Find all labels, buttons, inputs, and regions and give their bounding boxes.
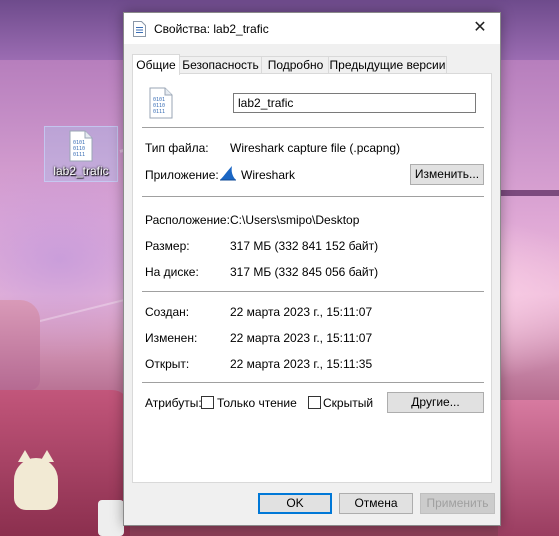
- separator: [142, 196, 484, 197]
- desktop-icon-label: lab2_trafic: [53, 164, 109, 178]
- wallpaper-cat: [14, 458, 58, 510]
- hidden-label[interactable]: Скрытый: [323, 396, 373, 410]
- created-value: 22 марта 2023 г., 15:11:07: [230, 305, 373, 319]
- file-type-label: Тип файла:: [145, 141, 209, 155]
- cancel-button[interactable]: Отмена: [339, 493, 413, 514]
- separator: [142, 382, 484, 383]
- wallpaper-cat-ear: [18, 450, 32, 462]
- size-label: Размер:: [145, 239, 190, 253]
- wallpaper-shelf: [500, 190, 559, 196]
- attributes-label: Атрибуты:: [145, 396, 202, 410]
- svg-text:0111: 0111: [73, 152, 85, 158]
- dialog-title: Свойства: lab2_trafic: [154, 22, 269, 36]
- size-on-disk-label: На диске:: [145, 265, 199, 279]
- wireshark-icon: [220, 166, 236, 181]
- created-label: Создан:: [145, 305, 190, 319]
- tab-details[interactable]: Подробно: [261, 56, 330, 74]
- close-button[interactable]: ✕: [460, 13, 500, 44]
- file-type-value: Wireshark capture file (.pcapng): [230, 141, 401, 155]
- separator: [142, 291, 484, 292]
- location-value: C:\Users\smipo\Desktop: [230, 213, 360, 227]
- wallpaper-object: [98, 500, 124, 536]
- application-label: Приложение:: [145, 168, 219, 182]
- size-value: 317 МБ (332 841 152 байт): [230, 239, 379, 253]
- apply-button[interactable]: Применить: [420, 493, 495, 514]
- size-on-disk-value: 317 МБ (332 845 056 байт): [230, 265, 379, 279]
- separator: [142, 127, 484, 128]
- binary-file-icon: 010101100111: [149, 87, 173, 119]
- readonly-label[interactable]: Только чтение: [217, 396, 297, 410]
- tab-general[interactable]: Общие: [132, 54, 180, 75]
- svg-text:0111: 0111: [153, 109, 165, 115]
- modified-value: 22 марта 2023 г., 15:11:07: [230, 331, 373, 345]
- modified-label: Изменен:: [145, 331, 198, 345]
- application-value: Wireshark: [241, 168, 296, 182]
- title-bar[interactable]: Свойства: lab2_trafic ✕: [124, 13, 500, 44]
- properties-dialog: Свойства: lab2_trafic ✕ Общие Безопаснос…: [123, 12, 501, 526]
- tab-previous-versions[interactable]: Предыдущие версии: [328, 56, 447, 74]
- wallpaper-cat-ear: [40, 450, 54, 462]
- file-icon: [133, 21, 146, 37]
- advanced-attributes-button[interactable]: Другие...: [387, 392, 484, 413]
- desktop-file-icon-lab2-trafic[interactable]: 0101 0110 0111 lab2_trafic: [44, 126, 118, 182]
- hidden-checkbox[interactable]: [308, 396, 321, 409]
- readonly-checkbox[interactable]: [201, 396, 214, 409]
- accessed-value: 22 марта 2023 г., 15:11:35: [230, 357, 373, 371]
- wallpaper-lamp: [0, 300, 40, 390]
- file-name-input[interactable]: [233, 93, 476, 113]
- location-label: Расположение:: [145, 213, 230, 227]
- general-tab-panel: 010101100111 Тип файла: Wireshark captur…: [132, 73, 492, 483]
- tab-security[interactable]: Безопасность: [178, 56, 263, 74]
- ok-button[interactable]: OK: [258, 493, 332, 514]
- wallpaper-sofa: [498, 400, 559, 536]
- accessed-label: Открыт:: [145, 357, 190, 371]
- change-app-button[interactable]: Изменить...: [410, 164, 484, 185]
- binary-file-icon: 010101100111: [69, 130, 93, 162]
